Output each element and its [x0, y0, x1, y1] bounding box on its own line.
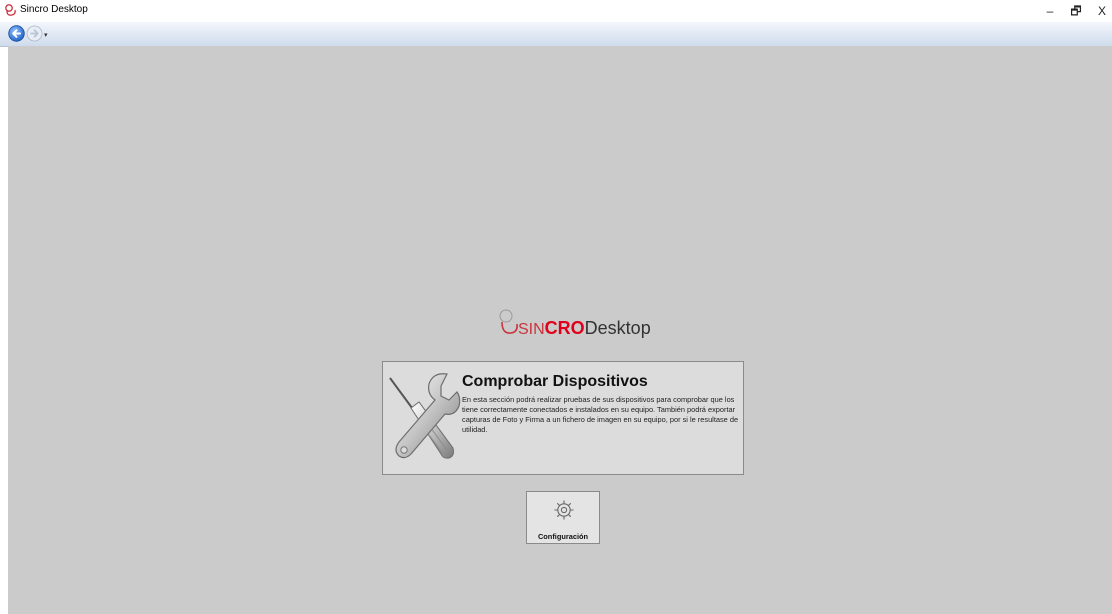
navigation-bar: ▾ [0, 22, 1112, 47]
sincro-desktop-logo: SINCRODesktop [498, 307, 658, 339]
configuracion-label: Configuración [537, 532, 589, 541]
logo-wordmark: SINCRODesktop [518, 318, 651, 339]
close-button[interactable]: X [1090, 2, 1112, 20]
tools-icon [389, 373, 461, 459]
logo-desktop: Desktop [584, 318, 651, 338]
logo-cro: CRO [544, 318, 585, 338]
gear-icon [554, 500, 574, 520]
window-title: Sincro Desktop [20, 4, 88, 15]
logo-sin: SIN [518, 321, 545, 338]
forward-arrow-icon[interactable] [26, 25, 43, 42]
card-title: Comprobar Dispositivos [462, 373, 648, 390]
app-logo-icon [5, 4, 16, 16]
comprobar-dispositivos-card[interactable]: Comprobar Dispositivos En esta sección p… [382, 361, 744, 475]
back-arrow-icon[interactable] [8, 25, 25, 42]
title-bar: Sincro Desktop – 🗗 X [0, 0, 1112, 22]
card-description: En esta sección podrá realizar pruebas d… [462, 395, 739, 434]
sincro-logo-icon [499, 309, 518, 334]
configuracion-button[interactable]: Configuración [526, 491, 600, 544]
history-dropdown-icon[interactable]: ▾ [44, 31, 48, 39]
minimize-button[interactable]: – [1038, 2, 1062, 20]
maximize-button[interactable]: 🗗 [1064, 2, 1088, 20]
